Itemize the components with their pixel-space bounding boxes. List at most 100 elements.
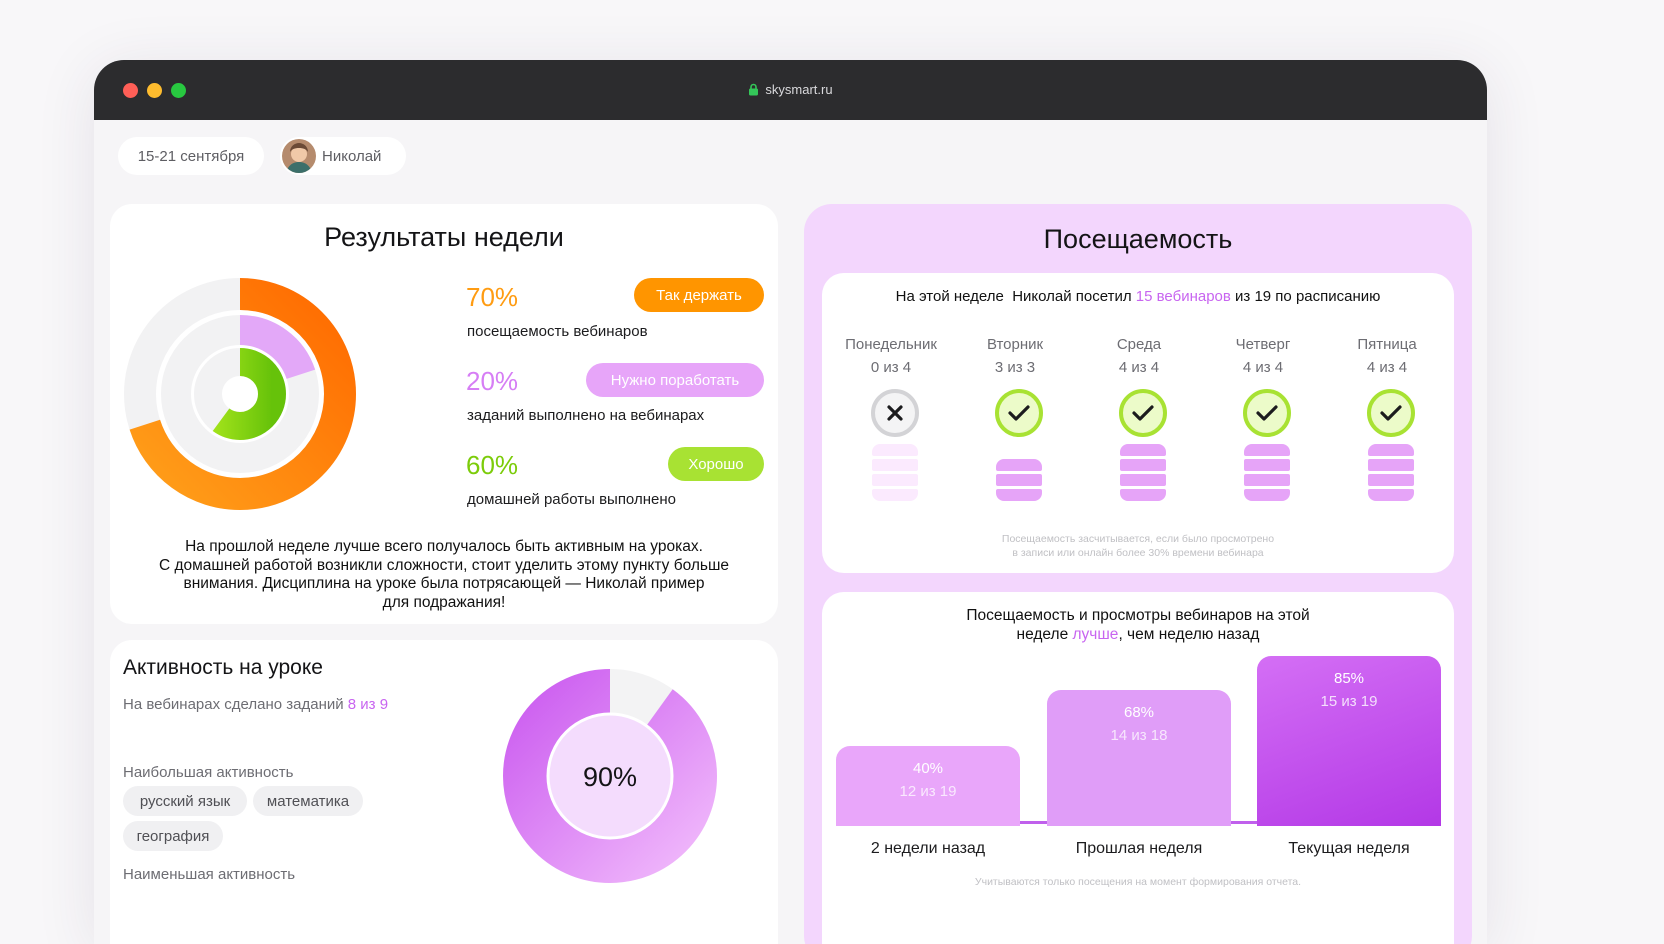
comparison-note: Учитываются только посещения на момент ф… bbox=[974, 876, 1302, 888]
activity-tasks-value: 8 из 9 bbox=[347, 696, 389, 713]
activity-card: Активность на уроке На вебинарах сделано… bbox=[110, 640, 778, 944]
results-rings-chart bbox=[124, 278, 356, 510]
day-count: 4 из 4 bbox=[1242, 359, 1284, 376]
least-activity-label: Наименьшая активность bbox=[123, 866, 296, 883]
bar-pct: 40% bbox=[912, 760, 944, 777]
attendance-summary-prefix: На этой неделе Николай посетил bbox=[895, 288, 1132, 305]
summary-line: С домашней работой возникли сложности, с… bbox=[158, 556, 730, 574]
activity-donut-chart: 90% bbox=[503, 669, 717, 883]
date-range-chip[interactable]: 15-21 сентября bbox=[118, 137, 264, 175]
good-badge: Хорошо bbox=[668, 447, 764, 481]
check-icon bbox=[995, 389, 1043, 437]
day-count: 0 из 4 bbox=[870, 359, 912, 376]
attended-segment bbox=[996, 489, 1042, 501]
bar-two-weeks-ago: 40% 12 из 19 bbox=[836, 746, 1020, 826]
day-column: Пятница 4 из 4 bbox=[1322, 333, 1452, 379]
day-count: 4 из 4 bbox=[1118, 359, 1160, 376]
comparison-suffix: , чем неделю назад bbox=[1118, 626, 1260, 643]
summary-line: для подражания! bbox=[382, 593, 506, 611]
day-count: 3 из 3 bbox=[994, 359, 1036, 376]
bar-pct: 85% bbox=[1333, 670, 1365, 687]
tag-russian: русский язык bbox=[123, 786, 247, 816]
check-icon bbox=[1119, 389, 1167, 437]
bar-last-week: 68% 14 из 18 bbox=[1047, 690, 1231, 826]
missed-segment bbox=[872, 459, 918, 471]
bar-count: 12 из 19 bbox=[899, 783, 957, 800]
day-name: Четверг bbox=[1235, 336, 1291, 353]
day-column: Вторник 3 из 3 bbox=[950, 333, 1080, 379]
attended-segment bbox=[1368, 459, 1414, 471]
browser-window: skysmart.ru 15-21 сентября Николай Резул… bbox=[94, 60, 1487, 944]
lock-icon bbox=[749, 83, 759, 96]
attended-segment bbox=[1120, 474, 1166, 486]
attended-segment bbox=[1368, 474, 1414, 486]
attendance-note-line: в записи или онлайн более 30% времени ве… bbox=[1012, 547, 1264, 559]
attendance-summary: На этой неделе Николай посетил 15 вебина… bbox=[822, 288, 1454, 305]
day-attendance-stack bbox=[996, 459, 1042, 504]
bar-count: 14 из 18 bbox=[1110, 727, 1168, 744]
tasks-caption: заданий выполнено на вебинарах bbox=[467, 407, 705, 424]
attendance-card: Посещаемость На этой неделе Николай посе… bbox=[804, 204, 1472, 944]
attended-segment bbox=[1120, 444, 1166, 456]
attended-segment bbox=[1120, 459, 1166, 471]
day-attendance-stack bbox=[1244, 444, 1290, 504]
day-name: Пятница bbox=[1357, 336, 1417, 353]
comparison-prefix: неделе bbox=[1016, 626, 1069, 643]
week-results-title: Результаты недели bbox=[324, 222, 564, 252]
needs-work-badge: Нужно поработать bbox=[586, 363, 764, 397]
homework-value: 60% bbox=[466, 450, 519, 480]
date-range-text: 15-21 сентября bbox=[137, 147, 245, 165]
student-chip[interactable]: Николай bbox=[280, 137, 406, 175]
comparison-title: Посещаемость и просмотры вебинаров на эт… bbox=[822, 606, 1454, 644]
activity-title: Активность на уроке bbox=[123, 656, 323, 679]
day-attendance-stack bbox=[1120, 444, 1166, 504]
attended-segment bbox=[1244, 474, 1290, 486]
browser-titlebar: skysmart.ru bbox=[94, 60, 1487, 120]
check-icon bbox=[1367, 389, 1415, 437]
attended-segment bbox=[1244, 489, 1290, 501]
attended-segment bbox=[996, 474, 1042, 486]
day-column: Понедельник 0 из 4 bbox=[826, 333, 956, 379]
attended-segment bbox=[1368, 489, 1414, 501]
avatar bbox=[282, 139, 316, 173]
day-column: Четверг 4 из 4 bbox=[1198, 333, 1328, 379]
address-bar[interactable]: skysmart.ru bbox=[94, 82, 1487, 97]
attendance-summary-suffix: из 19 по расписанию bbox=[1235, 288, 1381, 305]
comparison-title-line: Посещаемость и просмотры вебинаров на эт… bbox=[966, 607, 1310, 624]
comparison-highlight: лучше bbox=[1072, 626, 1119, 643]
summary-line: внимания. Дисциплина на уроке была потря… bbox=[183, 575, 705, 592]
attendance-note: Посещаемость засчитывается, если было пр… bbox=[822, 532, 1454, 560]
student-name: Николай bbox=[322, 147, 382, 165]
tag-geography: география bbox=[123, 821, 223, 851]
keep-it-up-badge: Так держать bbox=[634, 278, 764, 312]
missed-segment bbox=[872, 489, 918, 501]
homework-caption: домашней работы выполнено bbox=[467, 491, 676, 508]
check-icon bbox=[1243, 389, 1291, 437]
day-name: Среда bbox=[1116, 336, 1162, 353]
attendance-summary-highlight: 15 вебинаров bbox=[1135, 288, 1231, 305]
weekly-attendance-panel: На этой неделе Николай посетил 15 вебина… bbox=[822, 273, 1454, 573]
attended-segment bbox=[996, 459, 1042, 471]
week-results-card: Результаты недели 70% Так держать посеща… bbox=[110, 204, 778, 624]
attended-segment bbox=[1244, 459, 1290, 471]
comparison-title-line: неделе лучше, чем неделю назад bbox=[822, 625, 1454, 644]
bar-label: Текущая неделя bbox=[1288, 840, 1410, 857]
bar-label: 2 недели назад bbox=[870, 840, 986, 857]
bar-label: Прошлая неделя bbox=[1075, 840, 1203, 857]
activity-donut-value: 90% bbox=[583, 762, 637, 792]
most-activity-label: Наибольшая активность bbox=[123, 764, 294, 781]
bar-pct: 68% bbox=[1123, 704, 1155, 721]
missed-segment bbox=[872, 474, 918, 486]
week-summary-text: На прошлой неделе лучше всего получалось… bbox=[130, 538, 758, 612]
day-count: 4 из 4 bbox=[1366, 359, 1408, 376]
bar-current-week: 85% 15 из 19 bbox=[1257, 656, 1441, 826]
activity-tasks-line: На вебинарах сделано заданий 8 из 9 bbox=[123, 696, 388, 713]
day-attendance-stack bbox=[872, 444, 918, 504]
attended-segment bbox=[1368, 444, 1414, 456]
attendance-title: Посещаемость bbox=[1043, 224, 1233, 254]
summary-line: На прошлой неделе лучше всего получалось… bbox=[185, 538, 703, 555]
attended-segment bbox=[1244, 444, 1290, 456]
bar-count: 15 из 19 bbox=[1320, 693, 1378, 710]
cross-icon bbox=[871, 389, 919, 437]
tasks-value: 20% bbox=[466, 366, 519, 396]
